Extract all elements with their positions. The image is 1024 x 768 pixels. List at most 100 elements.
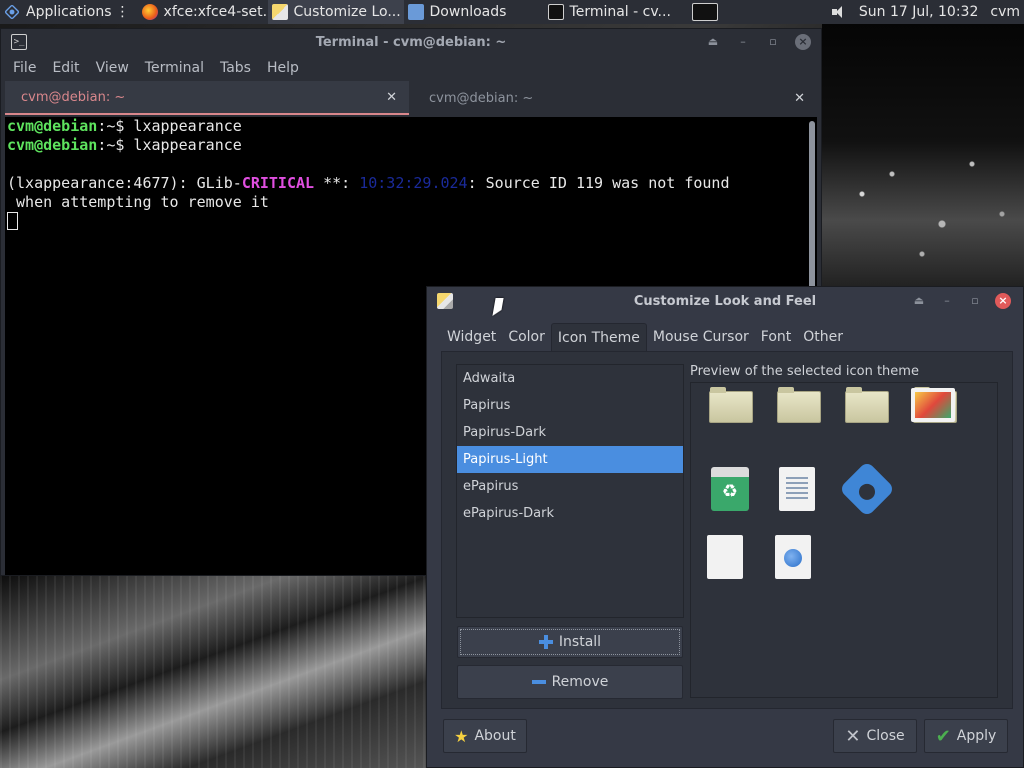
- trash-icon: [711, 467, 749, 511]
- tab-color[interactable]: Color: [502, 323, 551, 351]
- clock[interactable]: Sun 17 Jul, 10:32: [859, 4, 979, 20]
- taskbar-item-firefox[interactable]: xfce:xfce4-set...: [138, 0, 268, 24]
- tab-label: cvm@debian: ~: [21, 89, 126, 105]
- desktop-wallpaper-right: [822, 24, 1024, 286]
- error-timestamp: 10:32:29.024: [359, 174, 468, 192]
- star-icon: ★: [454, 726, 469, 746]
- install-button[interactable]: Install: [457, 626, 683, 658]
- tab-icon-theme[interactable]: Icon Theme: [550, 323, 647, 351]
- taskbar-item-label: Terminal - cv...: [569, 4, 671, 20]
- prompt-user: cvm@debian: [7, 136, 98, 154]
- close-button[interactable]: ×: [795, 34, 811, 50]
- menu-tabs[interactable]: Tabs: [212, 60, 259, 76]
- minimize-button[interactable]: –: [939, 293, 955, 309]
- maximize-button[interactable]: ▫: [765, 34, 781, 50]
- maximize-button[interactable]: ▫: [967, 293, 983, 309]
- remove-button[interactable]: Remove: [457, 665, 683, 699]
- close-label: Close: [866, 728, 905, 744]
- lxappearance-icon: [271, 4, 288, 20]
- close-tab-icon[interactable]: ✕: [386, 90, 397, 105]
- customize-look-and-feel-dialog: Customize Look and Feel ⏏ – ▫ × Widget C…: [426, 286, 1024, 768]
- list-item[interactable]: ePapirus: [457, 473, 683, 500]
- command-line: :~$ lxappearance: [97, 117, 242, 135]
- volume-muted-icon[interactable]: [831, 5, 847, 19]
- applications-menu[interactable]: Applications ⋮: [0, 0, 138, 24]
- image-icon: [911, 388, 955, 422]
- tab-widget[interactable]: Widget: [441, 323, 502, 351]
- list-item[interactable]: Papirus: [457, 392, 683, 419]
- blank-document-icon: [707, 535, 743, 579]
- folder-icon: [709, 387, 753, 423]
- top-panel: Applications ⋮ xfce:xfce4-set... Customi…: [0, 0, 1024, 24]
- web-document-icon: [775, 535, 811, 579]
- command-line: :~$ lxappearance: [97, 136, 242, 154]
- close-button[interactable]: ×: [995, 293, 1011, 309]
- minimize-button[interactable]: –: [735, 34, 751, 50]
- applications-icon: [4, 4, 20, 20]
- dialog-close-button[interactable]: ✕ Close: [833, 719, 917, 753]
- shade-button[interactable]: ⏏: [705, 34, 721, 50]
- dialog-tabs: Widget Color Icon Theme Mouse Cursor Fon…: [441, 323, 849, 351]
- list-item[interactable]: Papirus-Dark: [457, 419, 683, 446]
- workspace-switcher[interactable]: [688, 0, 722, 24]
- about-button[interactable]: ★ About: [443, 719, 527, 753]
- list-item[interactable]: Adwaita: [457, 365, 683, 392]
- folder-icon: [407, 4, 424, 20]
- about-label: About: [474, 728, 516, 744]
- taskbar-item-terminal[interactable]: Terminal - cv...: [544, 0, 688, 24]
- desktop-wallpaper-bottom: [0, 576, 426, 768]
- taskbar-item-customize[interactable]: Customize Lo...: [267, 0, 404, 24]
- taskbar-item-label: Customize Lo...: [293, 4, 401, 20]
- apply-button[interactable]: ✔ Apply: [924, 719, 1008, 753]
- tab-mouse-cursor[interactable]: Mouse Cursor: [647, 323, 755, 351]
- error-sep: **:: [314, 174, 360, 192]
- settings-gear-icon: [838, 460, 896, 518]
- error-message: : Source ID 119 was not found: [467, 174, 730, 192]
- shade-button[interactable]: ⏏: [911, 293, 927, 309]
- minus-icon: [531, 680, 546, 684]
- preview-label: Preview of the selected icon theme: [690, 364, 919, 379]
- terminal-menubar: File Edit View Terminal Tabs Help: [1, 55, 821, 81]
- terminal-tabbar: cvm@debian: ~ ✕ cvm@debian: ~ ✕: [1, 81, 821, 115]
- panel-tray: Sun 17 Jul, 10:32 cvm: [831, 4, 1024, 20]
- document-icon: [779, 467, 815, 511]
- scrollbar-thumb[interactable]: [809, 121, 815, 291]
- terminal-titlebar[interactable]: >_ Terminal - cvm@debian: ~ ⏏ – ▫ ×: [1, 29, 821, 55]
- apply-label: Apply: [956, 728, 997, 744]
- tab-font[interactable]: Font: [755, 323, 797, 351]
- user-menu[interactable]: cvm: [990, 4, 1020, 20]
- list-item-selected[interactable]: Papirus-Light: [457, 446, 683, 473]
- dialog-titlebar[interactable]: Customize Look and Feel ⏏ – ▫ ×: [427, 287, 1023, 315]
- menu-help[interactable]: Help: [259, 60, 307, 76]
- folder-icon: [845, 387, 889, 423]
- applications-label: Applications: [26, 4, 112, 20]
- window-title: Terminal - cvm@debian: ~: [315, 34, 507, 50]
- taskbar-item-label: xfce:xfce4-set...: [163, 4, 268, 20]
- menu-file[interactable]: File: [5, 60, 44, 76]
- taskbar-item-downloads[interactable]: Downloads: [404, 0, 544, 24]
- icon-theme-panel: Adwaita Papirus Papirus-Dark Papirus-Lig…: [441, 351, 1013, 709]
- firefox-icon: [141, 4, 158, 20]
- error-prefix: (lxappearance:4677): GLib-: [7, 174, 242, 192]
- terminal-cursor: [7, 212, 18, 230]
- terminal-icon: [547, 4, 564, 20]
- icon-theme-list[interactable]: Adwaita Papirus Papirus-Dark Papirus-Lig…: [456, 364, 684, 618]
- menu-terminal[interactable]: Terminal: [137, 60, 212, 76]
- list-item[interactable]: ePapirus-Dark: [457, 500, 683, 527]
- error-level: CRITICAL: [241, 174, 315, 192]
- menu-view[interactable]: View: [88, 60, 137, 76]
- close-x-icon: ✕: [845, 725, 861, 747]
- install-label: Install: [558, 634, 602, 650]
- taskbar-item-label: Downloads: [429, 4, 507, 20]
- plus-icon: [538, 635, 553, 649]
- checkmark-icon: ✔: [935, 725, 951, 747]
- close-tab-icon[interactable]: ✕: [794, 91, 805, 106]
- folder-icon: [777, 387, 821, 423]
- workspace-icon: [691, 3, 718, 21]
- menu-edit[interactable]: Edit: [44, 60, 87, 76]
- terminal-tab-1[interactable]: cvm@debian: ~ ✕: [5, 81, 409, 115]
- terminal-tab-2[interactable]: cvm@debian: ~ ✕: [413, 81, 817, 115]
- remove-label: Remove: [551, 674, 609, 690]
- tab-other[interactable]: Other: [797, 323, 849, 351]
- icon-preview-area: [690, 382, 998, 698]
